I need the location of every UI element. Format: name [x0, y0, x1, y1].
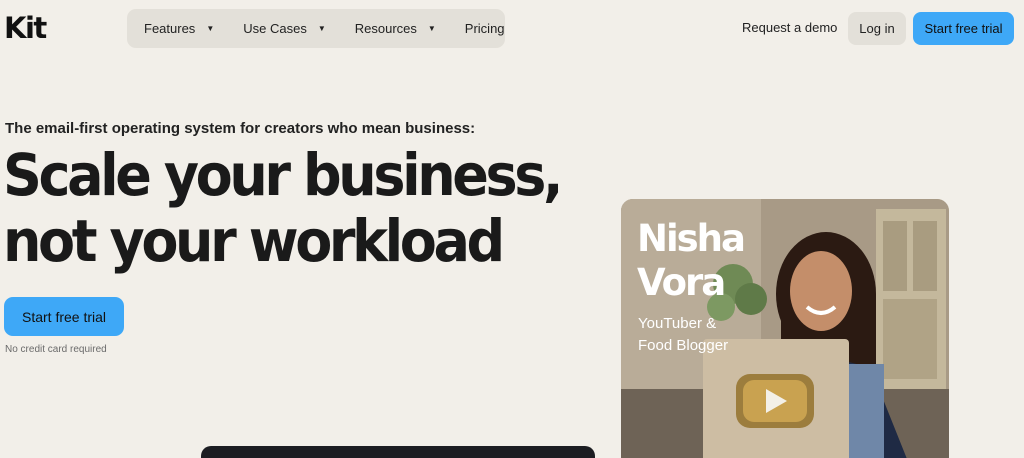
- nav-use-cases[interactable]: Use Cases ▼: [243, 21, 326, 36]
- creator-role: YouTuber & Food Blogger: [638, 313, 768, 357]
- testimonial-photo-card: Nisha Vora YouTuber & Food Blogger: [621, 199, 949, 458]
- creator-name: Nisha Vora: [637, 217, 777, 305]
- no-credit-card-note: No credit card required: [5, 344, 107, 355]
- nav-features[interactable]: Features ▼: [144, 21, 214, 36]
- kit-logo[interactable]: Kit: [4, 11, 47, 45]
- creator-role-line-2: Food Blogger: [638, 337, 729, 354]
- hero-headline-line-1: Scale your business,: [3, 140, 563, 209]
- creator-name-line-2: Vora: [637, 261, 726, 304]
- creator-name-line-1: Nisha: [637, 217, 746, 260]
- chevron-down-icon: ▼: [317, 24, 326, 33]
- nav-pricing-label: Pricing: [464, 21, 505, 36]
- chevron-down-icon: ▼: [427, 24, 436, 33]
- video-preview[interactable]: [201, 446, 595, 458]
- hero-headline: Scale your business, not your workload: [3, 142, 563, 274]
- nav-resources-label: Resources: [354, 21, 417, 36]
- main-nav: Features ▼ Use Cases ▼ Resources ▼ Prici…: [127, 9, 505, 48]
- login-button[interactable]: Log in: [848, 12, 906, 45]
- nav-features-label: Features: [144, 21, 196, 36]
- request-demo-link[interactable]: Request a demo: [742, 20, 837, 35]
- hero-start-trial-button[interactable]: Start free trial: [4, 297, 124, 336]
- creator-role-line-1: YouTuber &: [638, 315, 717, 332]
- nav-resources[interactable]: Resources ▼: [355, 21, 436, 36]
- nav-use-cases-label: Use Cases: [243, 21, 307, 36]
- header-start-trial-button[interactable]: Start free trial: [913, 12, 1014, 45]
- hero-eyebrow: The email-first operating system for cre…: [5, 120, 476, 137]
- nav-pricing[interactable]: Pricing: [465, 21, 505, 36]
- hero-headline-line-2: not your workload: [3, 206, 505, 275]
- chevron-down-icon: ▼: [206, 24, 215, 33]
